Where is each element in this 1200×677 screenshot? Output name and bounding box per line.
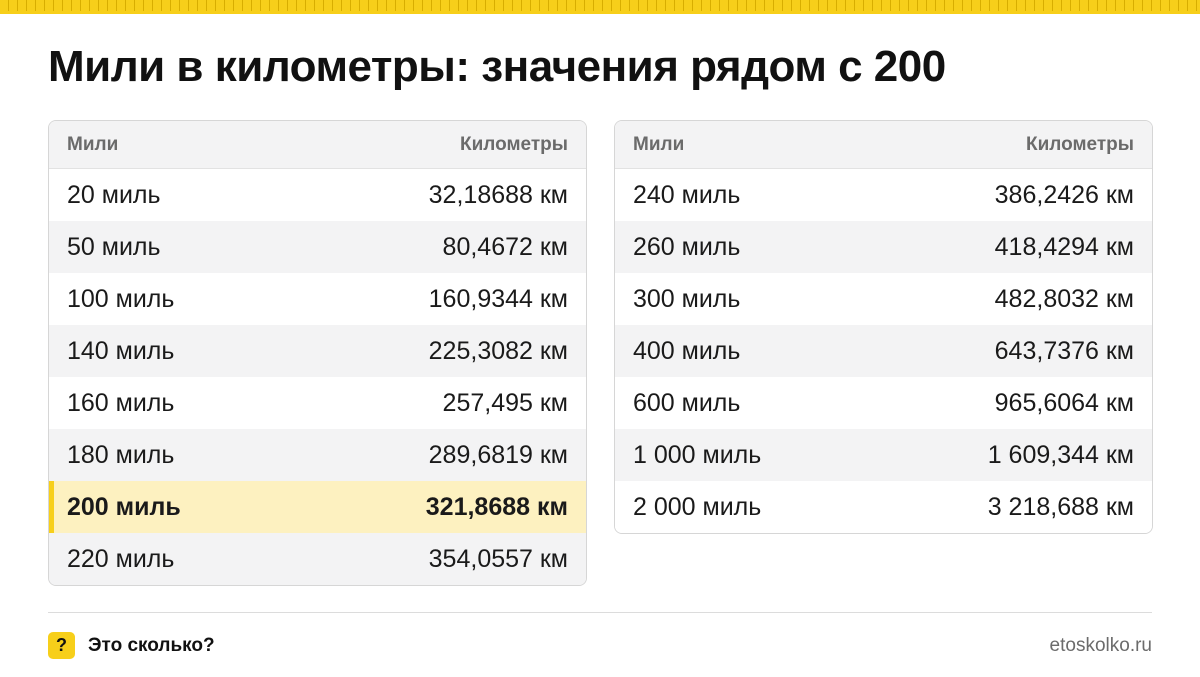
table-row: 400 миль 643,7376 км (615, 325, 1152, 377)
miles-cell: 160 миль (67, 388, 175, 417)
highlighted-table-row: 200 миль 321,8688 км (49, 481, 586, 533)
table-row: 1 000 миль 1 609,344 км (615, 429, 1152, 481)
conversion-table-right: Мили Километры 240 миль 386,2426 км 260 … (614, 120, 1153, 534)
miles-cell: 260 миль (633, 232, 741, 261)
miles-cell: 400 миль (633, 336, 741, 365)
table-body: 240 миль 386,2426 км 260 миль 418,4294 к… (615, 169, 1152, 533)
km-cell: 80,4672 км (442, 232, 568, 261)
table-row: 240 миль 386,2426 км (615, 169, 1152, 221)
km-cell: 32,18688 км (428, 180, 568, 209)
km-cell: 386,2426 км (994, 180, 1134, 209)
km-cell: 354,0557 км (428, 544, 568, 573)
table-row: 20 миль 32,18688 км (49, 169, 586, 221)
km-cell: 225,3082 км (428, 336, 568, 365)
miles-cell: 240 миль (633, 180, 741, 209)
km-cell: 289,6819 км (428, 440, 568, 469)
page-title: Мили в километры: значения рядом с 200 (48, 42, 946, 91)
miles-cell: 140 миль (67, 336, 175, 365)
conversion-table-left: Мили Километры 20 миль 32,18688 км 50 ми… (48, 120, 587, 586)
miles-cell: 20 миль (67, 180, 161, 209)
table-row: 140 миль 225,3082 км (49, 325, 586, 377)
km-cell: 965,6064 км (994, 388, 1134, 417)
km-cell: 3 218,688 км (987, 492, 1134, 521)
header-km: Километры (460, 133, 568, 155)
table-row: 160 миль 257,495 км (49, 377, 586, 429)
km-cell: 482,8032 км (994, 284, 1134, 313)
km-cell: 160,9344 км (428, 284, 568, 313)
table-row: 2 000 миль 3 218,688 км (615, 481, 1152, 533)
miles-cell: 2 000 миль (633, 492, 762, 521)
table-header: Мили Километры (615, 121, 1152, 169)
site-url-link[interactable]: etoskolko.ru (1050, 635, 1152, 657)
table-header: Мили Километры (49, 121, 586, 169)
table-row: 180 миль 289,6819 км (49, 429, 586, 481)
header-km: Километры (1026, 133, 1134, 155)
km-cell: 1 609,344 км (987, 440, 1134, 469)
km-cell: 418,4294 км (994, 232, 1134, 261)
table-row: 260 миль 418,4294 км (615, 221, 1152, 273)
miles-cell: 50 миль (67, 232, 161, 261)
miles-cell: 220 миль (67, 544, 175, 573)
table-body: 20 миль 32,18688 км 50 миль 80,4672 км 1… (49, 169, 586, 585)
miles-cell: 600 миль (633, 388, 741, 417)
km-cell: 257,495 км (442, 388, 568, 417)
brand-name-link[interactable]: Это сколько? (88, 635, 215, 657)
miles-cell: 1 000 миль (633, 440, 762, 469)
km-cell: 321,8688 км (425, 492, 568, 521)
miles-cell: 180 миль (67, 440, 175, 469)
miles-cell: 200 миль (67, 492, 181, 521)
question-mark-badge-icon[interactable]: ? (48, 632, 75, 659)
table-row: 50 миль 80,4672 км (49, 221, 586, 273)
badge-symbol: ? (56, 635, 67, 655)
miles-cell: 100 миль (67, 284, 175, 313)
header-miles: Мили (633, 133, 685, 155)
km-cell: 643,7376 км (994, 336, 1134, 365)
table-row: 220 миль 354,0557 км (49, 533, 586, 585)
ruler-stripe-decoration (0, 0, 1200, 14)
table-row: 300 миль 482,8032 км (615, 273, 1152, 325)
miles-cell: 300 миль (633, 284, 741, 313)
footer-divider (48, 612, 1152, 613)
table-row: 100 миль 160,9344 км (49, 273, 586, 325)
header-miles: Мили (67, 133, 119, 155)
table-row: 600 миль 965,6064 км (615, 377, 1152, 429)
